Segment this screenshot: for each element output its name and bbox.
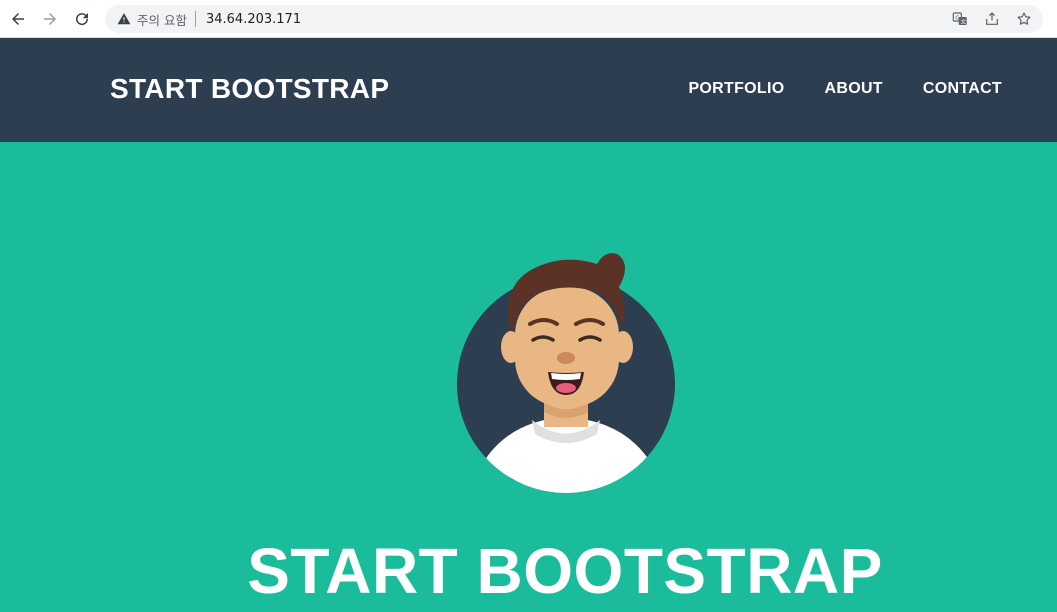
nav-item-contact[interactable]: CONTACT <box>923 80 1002 98</box>
forward-arrow-icon <box>44 13 56 25</box>
divider <box>194 11 196 27</box>
translate-icon[interactable]: G文 <box>949 9 971 29</box>
back-button[interactable] <box>6 7 30 31</box>
nav-item-portfolio[interactable]: PORTFOLIO <box>688 80 784 98</box>
browser-toolbar: 주의 요함 34.64.203.171 G文 <box>0 0 1057 38</box>
nav-menu: PORTFOLIO ABOUT CONTACT <box>688 80 1002 98</box>
brand-link[interactable]: START BOOTSTRAP <box>110 73 389 105</box>
warning-triangle-icon[interactable] <box>117 12 131 26</box>
address-bar[interactable]: 주의 요함 34.64.203.171 G文 <box>105 5 1043 33</box>
reload-icon <box>76 13 89 26</box>
forward-button[interactable] <box>38 7 62 31</box>
nav-item-about[interactable]: ABOUT <box>824 80 882 98</box>
url-text[interactable]: 34.64.203.171 <box>206 12 301 27</box>
masthead-title: START BOOTSTRAP <box>247 535 883 607</box>
svg-text:G: G <box>955 15 959 21</box>
avatar-illustration <box>457 253 675 493</box>
share-icon[interactable] <box>981 9 1003 29</box>
reload-button[interactable] <box>70 7 94 31</box>
security-warning-text[interactable]: 주의 요함 <box>137 10 187 29</box>
masthead: START BOOTSTRAP <box>0 142 1057 612</box>
star-icon[interactable] <box>1013 9 1035 29</box>
site-navbar: START BOOTSTRAP PORTFOLIO ABOUT CONTACT <box>0 38 1057 142</box>
back-arrow-icon <box>12 13 24 25</box>
